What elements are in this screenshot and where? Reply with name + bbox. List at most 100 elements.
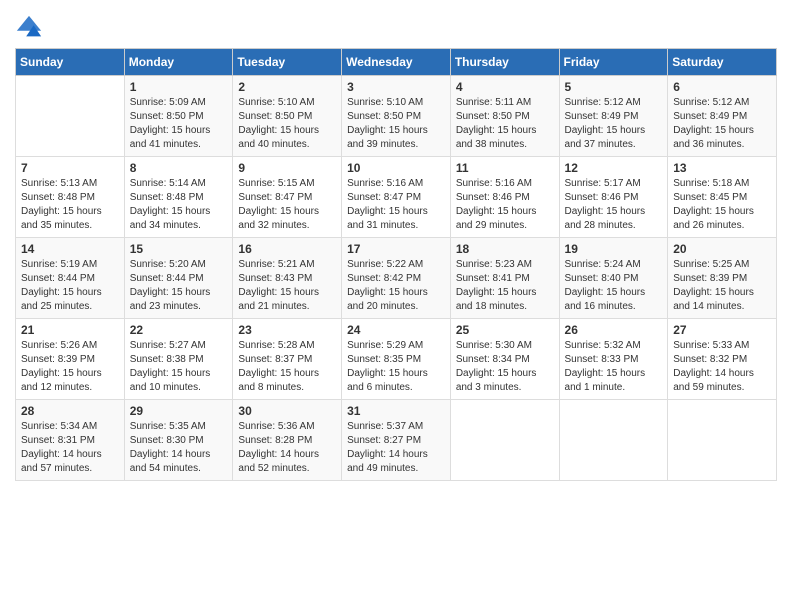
day-info: Sunrise: 5:36 AM Sunset: 8:28 PM Dayligh… bbox=[238, 420, 336, 476]
day-number: 8 bbox=[130, 161, 228, 175]
day-number: 11 bbox=[456, 161, 554, 175]
day-cell: 9 Sunrise: 5:15 AM Sunset: 8:47 PM Daylig… bbox=[233, 157, 342, 238]
day-number: 28 bbox=[21, 404, 119, 418]
column-header-monday: Monday bbox=[124, 49, 233, 76]
calendar-table: SundayMondayTuesdayWednesdayThursdayFrid… bbox=[15, 48, 777, 481]
day-number: 17 bbox=[347, 242, 445, 256]
day-cell: 6Sunrise: 5:12 AM Sunset: 8:49 PM Daylig… bbox=[668, 76, 777, 157]
week-row-1: 1 Sunrise: 5:09 AM Sunset: 8:50 PM Daylig… bbox=[16, 76, 777, 157]
day-info: Sunrise: 5:20 AM Sunset: 8:44 PM Dayligh… bbox=[130, 258, 228, 314]
day-cell: 26Sunrise: 5:32 AM Sunset: 8:33 PM Dayli… bbox=[559, 319, 668, 400]
day-cell bbox=[16, 76, 125, 157]
day-number: 4 bbox=[456, 80, 554, 94]
day-number: 2 bbox=[238, 80, 336, 94]
day-number: 12 bbox=[565, 161, 663, 175]
day-cell: 25 Sunrise: 5:30 AM Sunset: 8:34 PM Dayli… bbox=[450, 319, 559, 400]
column-header-tuesday: Tuesday bbox=[233, 49, 342, 76]
day-cell: 23 Sunrise: 5:28 AM Sunset: 8:37 PM Dayli… bbox=[233, 319, 342, 400]
week-row-4: 21Sunrise: 5:26 AM Sunset: 8:39 PM Dayli… bbox=[16, 319, 777, 400]
day-number: 24 bbox=[347, 323, 445, 337]
day-number: 22 bbox=[130, 323, 228, 337]
day-number: 15 bbox=[130, 242, 228, 256]
day-cell: 14 Sunrise: 5:19 AM Sunset: 8:44 PM Dayli… bbox=[16, 238, 125, 319]
day-info: Sunrise: 5:15 AM Sunset: 8:47 PM Dayligh… bbox=[238, 177, 336, 233]
day-number: 25 bbox=[456, 323, 554, 337]
day-number: 30 bbox=[238, 404, 336, 418]
day-info: Sunrise: 5:14 AM Sunset: 8:48 PM Dayligh… bbox=[130, 177, 228, 233]
day-cell: 4Sunrise: 5:11 AM Sunset: 8:50 PM Daylig… bbox=[450, 76, 559, 157]
day-info: Sunrise: 5:19 AM Sunset: 8:44 PM Dayligh… bbox=[21, 258, 119, 314]
day-number: 26 bbox=[565, 323, 663, 337]
day-cell: 29 Sunrise: 5:35 AM Sunset: 8:30 PM Dayli… bbox=[124, 400, 233, 481]
week-row-5: 28 Sunrise: 5:34 AM Sunset: 8:31 PM Dayli… bbox=[16, 400, 777, 481]
day-number: 18 bbox=[456, 242, 554, 256]
day-number: 31 bbox=[347, 404, 445, 418]
day-info: Sunrise: 5:21 AM Sunset: 8:43 PM Dayligh… bbox=[238, 258, 336, 314]
day-cell: 11 Sunrise: 5:16 AM Sunset: 8:46 PM Dayli… bbox=[450, 157, 559, 238]
day-number: 27 bbox=[673, 323, 771, 337]
day-cell: 10Sunrise: 5:16 AM Sunset: 8:47 PM Dayli… bbox=[342, 157, 451, 238]
day-info: Sunrise: 5:16 AM Sunset: 8:46 PM Dayligh… bbox=[456, 177, 554, 233]
day-info: Sunrise: 5:37 AM Sunset: 8:27 PM Dayligh… bbox=[347, 420, 445, 476]
day-info: Sunrise: 5:10 AM Sunset: 8:50 PM Dayligh… bbox=[347, 96, 445, 152]
day-number: 29 bbox=[130, 404, 228, 418]
header-row: SundayMondayTuesdayWednesdayThursdayFrid… bbox=[16, 49, 777, 76]
day-number: 3 bbox=[347, 80, 445, 94]
day-info: Sunrise: 5:13 AM Sunset: 8:48 PM Dayligh… bbox=[21, 177, 119, 233]
day-number: 21 bbox=[21, 323, 119, 337]
day-cell: 1 Sunrise: 5:09 AM Sunset: 8:50 PM Daylig… bbox=[124, 76, 233, 157]
day-info: Sunrise: 5:17 AM Sunset: 8:46 PM Dayligh… bbox=[565, 177, 663, 233]
day-cell: 30 Sunrise: 5:36 AM Sunset: 8:28 PM Dayli… bbox=[233, 400, 342, 481]
day-info: Sunrise: 5:25 AM Sunset: 8:39 PM Dayligh… bbox=[673, 258, 771, 314]
day-number: 1 bbox=[130, 80, 228, 94]
day-info: Sunrise: 5:28 AM Sunset: 8:37 PM Dayligh… bbox=[238, 339, 336, 395]
day-cell: 24 Sunrise: 5:29 AM Sunset: 8:35 PM Dayli… bbox=[342, 319, 451, 400]
day-cell: 8 Sunrise: 5:14 AM Sunset: 8:48 PM Daylig… bbox=[124, 157, 233, 238]
day-cell: 18 Sunrise: 5:23 AM Sunset: 8:41 PM Dayli… bbox=[450, 238, 559, 319]
day-cell bbox=[559, 400, 668, 481]
day-info: Sunrise: 5:27 AM Sunset: 8:38 PM Dayligh… bbox=[130, 339, 228, 395]
day-info: Sunrise: 5:29 AM Sunset: 8:35 PM Dayligh… bbox=[347, 339, 445, 395]
day-cell: 16 Sunrise: 5:21 AM Sunset: 8:43 PM Dayli… bbox=[233, 238, 342, 319]
day-number: 19 bbox=[565, 242, 663, 256]
column-header-friday: Friday bbox=[559, 49, 668, 76]
day-cell: 28 Sunrise: 5:34 AM Sunset: 8:31 PM Dayli… bbox=[16, 400, 125, 481]
day-cell bbox=[668, 400, 777, 481]
column-header-sunday: Sunday bbox=[16, 49, 125, 76]
day-cell: 7 Sunrise: 5:13 AM Sunset: 8:48 PM Daylig… bbox=[16, 157, 125, 238]
day-cell bbox=[450, 400, 559, 481]
day-info: Sunrise: 5:23 AM Sunset: 8:41 PM Dayligh… bbox=[456, 258, 554, 314]
day-cell: 20 Sunrise: 5:25 AM Sunset: 8:39 PM Dayli… bbox=[668, 238, 777, 319]
day-number: 13 bbox=[673, 161, 771, 175]
day-info: Sunrise: 5:18 AM Sunset: 8:45 PM Dayligh… bbox=[673, 177, 771, 233]
day-cell: 31 Sunrise: 5:37 AM Sunset: 8:27 PM Dayli… bbox=[342, 400, 451, 481]
day-number: 16 bbox=[238, 242, 336, 256]
day-cell: 22 Sunrise: 5:27 AM Sunset: 8:38 PM Dayli… bbox=[124, 319, 233, 400]
day-number: 20 bbox=[673, 242, 771, 256]
column-header-wednesday: Wednesday bbox=[342, 49, 451, 76]
day-cell: 17Sunrise: 5:22 AM Sunset: 8:42 PM Dayli… bbox=[342, 238, 451, 319]
column-header-saturday: Saturday bbox=[668, 49, 777, 76]
day-number: 23 bbox=[238, 323, 336, 337]
week-row-3: 14 Sunrise: 5:19 AM Sunset: 8:44 PM Dayli… bbox=[16, 238, 777, 319]
day-info: Sunrise: 5:35 AM Sunset: 8:30 PM Dayligh… bbox=[130, 420, 228, 476]
day-cell: 15 Sunrise: 5:20 AM Sunset: 8:44 PM Dayli… bbox=[124, 238, 233, 319]
day-info: Sunrise: 5:30 AM Sunset: 8:34 PM Dayligh… bbox=[456, 339, 554, 395]
day-number: 7 bbox=[21, 161, 119, 175]
day-number: 9 bbox=[238, 161, 336, 175]
day-info: Sunrise: 5:24 AM Sunset: 8:40 PM Dayligh… bbox=[565, 258, 663, 314]
day-cell: 13 Sunrise: 5:18 AM Sunset: 8:45 PM Dayli… bbox=[668, 157, 777, 238]
week-row-2: 7 Sunrise: 5:13 AM Sunset: 8:48 PM Daylig… bbox=[16, 157, 777, 238]
day-info: Sunrise: 5:12 AM Sunset: 8:49 PM Dayligh… bbox=[565, 96, 663, 152]
logo-icon bbox=[15, 14, 43, 42]
day-info: Sunrise: 5:34 AM Sunset: 8:31 PM Dayligh… bbox=[21, 420, 119, 476]
day-info: Sunrise: 5:09 AM Sunset: 8:50 PM Dayligh… bbox=[130, 96, 228, 152]
day-info: Sunrise: 5:33 AM Sunset: 8:32 PM Dayligh… bbox=[673, 339, 771, 395]
day-cell: 19 Sunrise: 5:24 AM Sunset: 8:40 PM Dayli… bbox=[559, 238, 668, 319]
day-cell: 3 Sunrise: 5:10 AM Sunset: 8:50 PM Daylig… bbox=[342, 76, 451, 157]
day-number: 14 bbox=[21, 242, 119, 256]
day-number: 6 bbox=[673, 80, 771, 94]
column-header-thursday: Thursday bbox=[450, 49, 559, 76]
day-number: 5 bbox=[565, 80, 663, 94]
day-cell: 2Sunrise: 5:10 AM Sunset: 8:50 PM Daylig… bbox=[233, 76, 342, 157]
